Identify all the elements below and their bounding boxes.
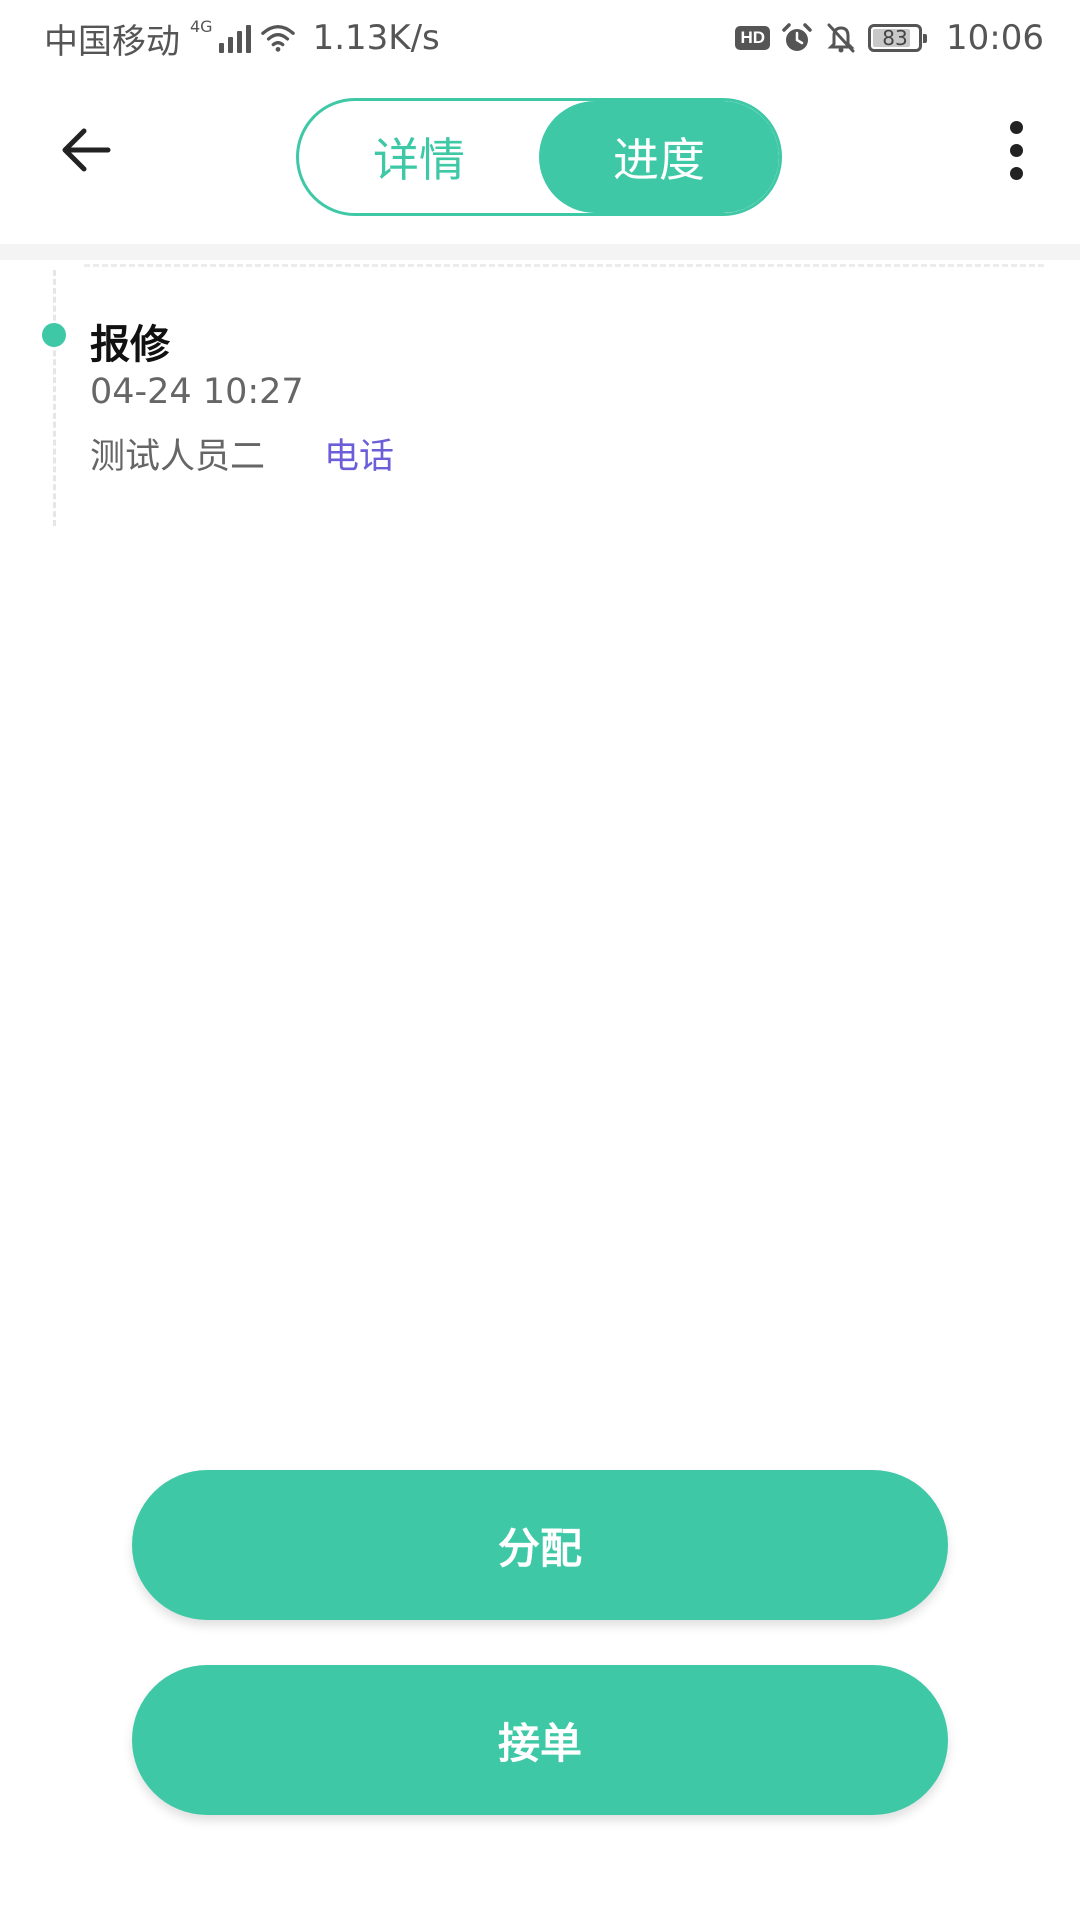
more-vertical-icon-dot — [1009, 120, 1023, 134]
hd-icon: HD — [735, 26, 771, 50]
more-options-button[interactable] — [992, 114, 1040, 186]
network-type-label: 4G — [190, 17, 213, 36]
tab-details[interactable]: 详情 — [299, 101, 539, 213]
battery-icon: 83 — [868, 24, 928, 52]
status-left: 中国移动 4G 1.13K/s — [44, 14, 440, 63]
timeline-line — [53, 270, 56, 526]
section-divider — [0, 244, 1080, 260]
battery-level-label: 83 — [882, 26, 908, 50]
signal-icon — [218, 23, 251, 53]
back-button[interactable] — [46, 114, 126, 186]
carrier-label: 中国移动 — [44, 21, 180, 62]
more-vertical-icon-dot — [1009, 166, 1023, 180]
tab-progress[interactable]: 进度 — [539, 101, 779, 213]
timeline-entry-time: 04-24 10:27 — [90, 372, 304, 412]
bell-muted-icon — [824, 23, 858, 53]
network-speed-label: 1.13K/s — [312, 18, 440, 58]
tab-switcher: 详情 进度 — [296, 98, 782, 216]
status-bar: 中国移动 4G 1.13K/s HD 83 10:06 — [0, 0, 1080, 76]
assign-button[interactable]: 分配 — [132, 1470, 948, 1620]
phone-link[interactable]: 电话 — [324, 428, 394, 479]
accept-order-button[interactable]: 接单 — [132, 1665, 948, 1815]
more-vertical-icon-dot — [1009, 143, 1023, 157]
timeline-entry-person: 测试人员二 — [90, 437, 266, 477]
dashed-divider — [84, 264, 1044, 267]
status-right: HD 83 10:06 — [735, 18, 1044, 58]
top-navigation-bar: 详情 进度 — [0, 76, 1080, 244]
timeline-dot-icon — [42, 323, 66, 347]
timeline-entry-title: 报修 — [90, 322, 170, 368]
status-time: 10:06 — [946, 18, 1044, 58]
arrow-left-icon — [62, 128, 111, 172]
wifi-icon — [260, 24, 295, 52]
alarm-icon — [780, 23, 814, 52]
